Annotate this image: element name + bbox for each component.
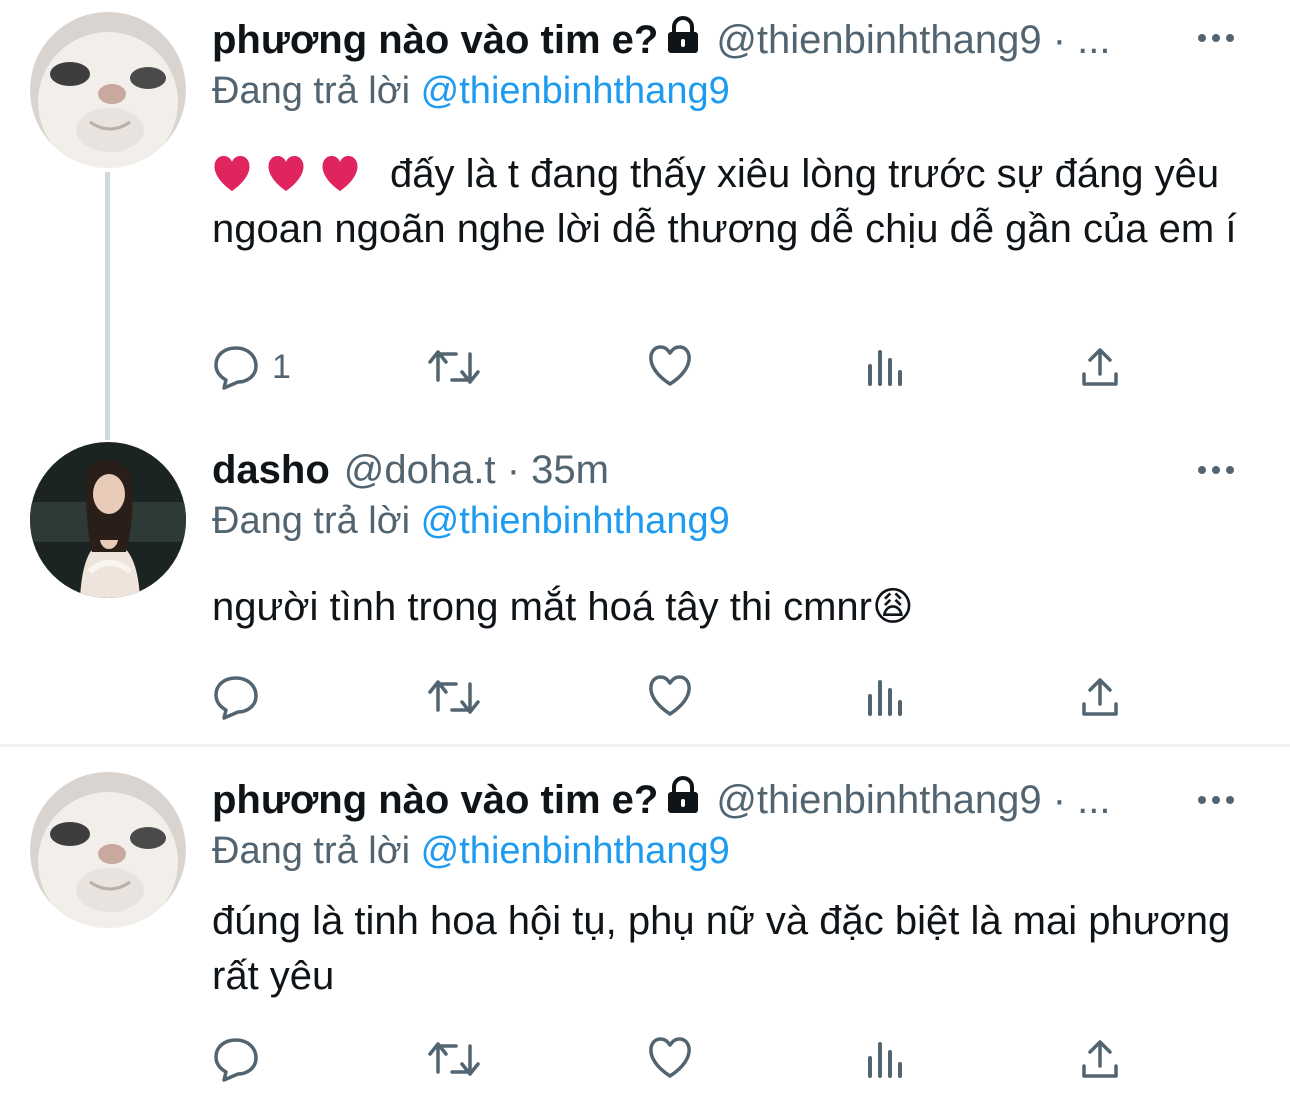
- share-button[interactable]: [1078, 344, 1122, 390]
- avatar[interactable]: [30, 772, 186, 928]
- like-button[interactable]: [646, 344, 694, 388]
- reply-button[interactable]: 1: [212, 344, 291, 390]
- replying-prefix: Đang trả lời: [212, 500, 411, 542]
- tweet-1[interactable]: phương nào vào tim e? @thienbinhthang9 ·…: [0, 0, 1290, 430]
- reply-icon: [214, 346, 258, 390]
- reply-button[interactable]: [212, 1036, 260, 1082]
- heart-icon: [214, 155, 250, 191]
- replying-to: Đang trả lời @thienbinhthang9: [212, 500, 730, 543]
- lock-icon: [664, 775, 702, 825]
- share-icon: [1082, 1040, 1118, 1078]
- views-icon: [868, 680, 902, 716]
- replying-mention[interactable]: @thienbinhthang9: [421, 500, 730, 542]
- heart-icon: [268, 155, 304, 191]
- heart-emoji-group: [212, 155, 360, 193]
- views-icon: [868, 350, 902, 386]
- like-button[interactable]: [646, 674, 694, 718]
- woman-avatar-image: [30, 442, 186, 598]
- tweet-3[interactable]: phương nào vào tim e? @thienbinhthang9 ·…: [0, 760, 1290, 1101]
- action-bar: [212, 1036, 1132, 1086]
- more-icon[interactable]: [1198, 34, 1234, 42]
- share-button[interactable]: [1078, 1036, 1122, 1082]
- handle[interactable]: @doha.t · 35m: [344, 448, 609, 493]
- action-bar: [212, 674, 1132, 724]
- tweet-body: đúng là tinh hoa hội tụ, phụ nữ và đặc b…: [212, 899, 1231, 998]
- cat-avatar-image: [30, 772, 186, 928]
- like-icon: [649, 1037, 691, 1078]
- replying-to: Đang trả lời @thienbinhthang9: [212, 70, 730, 113]
- views-button[interactable]: [864, 344, 908, 388]
- replying-to: Đang trả lời @thienbinhthang9: [212, 830, 730, 873]
- tweet-header: dasho @doha.t · 35m: [212, 444, 1270, 496]
- retweet-button[interactable]: [426, 1036, 482, 1082]
- handle[interactable]: @thienbinhthang9 · ...: [716, 18, 1110, 63]
- retweet-icon: [428, 680, 480, 714]
- retweet-icon: [428, 1042, 480, 1076]
- reply-icon: [214, 676, 258, 720]
- like-icon: [649, 675, 691, 716]
- tweet-header: phương nào vào tim e? @thienbinhthang9 ·…: [212, 774, 1270, 826]
- display-name[interactable]: dasho: [212, 448, 330, 493]
- retweet-button[interactable]: [426, 344, 482, 390]
- views-button[interactable]: [864, 1036, 908, 1080]
- like-icon: [649, 345, 691, 386]
- tweet-text: người tình trong mắt hoá tây thi cmnr😩: [212, 580, 1252, 635]
- avatar[interactable]: [30, 12, 186, 168]
- display-name[interactable]: phương nào vào tim e?: [212, 18, 658, 63]
- replying-prefix: Đang trả lời: [212, 830, 411, 872]
- share-icon: [1082, 348, 1118, 386]
- replying-prefix: Đang trả lời: [212, 70, 411, 112]
- more-icon[interactable]: [1198, 796, 1234, 804]
- tweet-header: phương nào vào tim e? @thienbinhthang9 ·…: [212, 14, 1270, 66]
- display-name[interactable]: phương nào vào tim e?: [212, 778, 658, 823]
- tweet-divider: [0, 744, 1290, 747]
- tweet-text: đấy là t đang thấy xiêu lòng trước sự đá…: [212, 147, 1252, 257]
- like-button[interactable]: [646, 1036, 694, 1080]
- cat-avatar-image: [30, 12, 186, 168]
- reply-count: 1: [272, 347, 291, 386]
- tweet-body: đấy là t đang thấy xiêu lòng trước sự đá…: [212, 152, 1237, 251]
- views-icon: [868, 1042, 902, 1078]
- lock-icon: [664, 15, 702, 65]
- share-button[interactable]: [1078, 674, 1122, 720]
- heart-icon: [322, 155, 358, 191]
- replying-mention[interactable]: @thienbinhthang9: [421, 70, 730, 112]
- views-button[interactable]: [864, 674, 908, 718]
- retweet-icon: [428, 350, 480, 384]
- avatar[interactable]: [30, 442, 186, 598]
- more-icon[interactable]: [1198, 466, 1234, 474]
- share-icon: [1082, 678, 1118, 716]
- tweet-2[interactable]: dasho @doha.t · 35m Đang trả lời @thienb…: [0, 430, 1290, 744]
- reply-button[interactable]: [212, 674, 260, 720]
- action-bar: 1: [212, 344, 1132, 394]
- tweet-body: người tình trong mắt hoá tây thi cmnr😩: [212, 585, 914, 629]
- replying-mention[interactable]: @thienbinhthang9: [421, 830, 730, 872]
- reply-icon: [214, 1038, 258, 1082]
- handle[interactable]: @thienbinhthang9 · ...: [716, 778, 1110, 823]
- tweet-text: đúng là tinh hoa hội tụ, phụ nữ và đặc b…: [212, 894, 1252, 1004]
- retweet-button[interactable]: [426, 674, 482, 720]
